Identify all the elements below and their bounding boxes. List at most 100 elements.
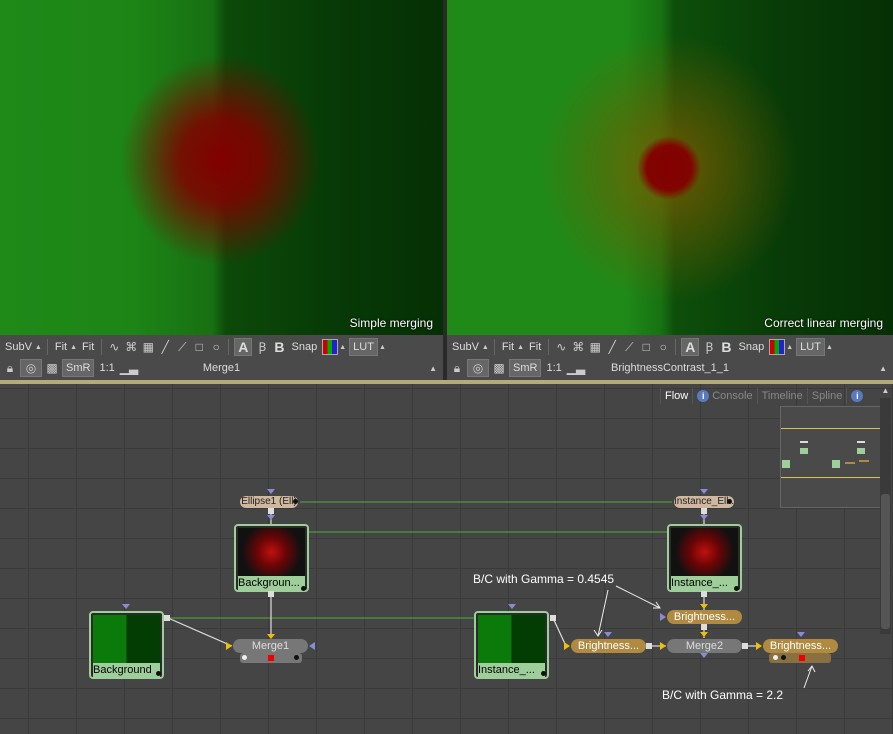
node-brightness-contrast-3[interactable]: Brightness... — [763, 639, 838, 653]
fit-zoom-button[interactable]: Fit — [53, 341, 69, 353]
roi-icon[interactable]: ◎ — [20, 359, 42, 377]
input-port-icon[interactable] — [508, 604, 516, 609]
tab-spline[interactable]: Spline — [806, 388, 847, 404]
tab-console[interactable]: i Console — [692, 388, 756, 404]
tab-flow[interactable]: Flow — [660, 388, 692, 404]
smr-button[interactable]: SmR — [62, 359, 95, 377]
node-background-green[interactable]: Background — [89, 611, 164, 679]
bar-chart-icon[interactable]: ▁▃ — [567, 361, 585, 375]
output-port-icon[interactable] — [550, 615, 556, 621]
tab-timeline[interactable]: Timeline — [756, 388, 807, 404]
input-port-icon[interactable] — [700, 632, 708, 637]
curve-icon[interactable]: ∿ — [107, 340, 121, 354]
node-instance-green[interactable]: Instance_... — [474, 611, 549, 679]
color-channels-icon[interactable] — [769, 339, 786, 355]
caret-up-icon[interactable]: ▲ — [70, 344, 77, 351]
output-port-icon[interactable] — [156, 671, 161, 676]
output-port-icon[interactable] — [742, 643, 748, 649]
grid-icon[interactable]: ▦ — [141, 340, 155, 354]
output-port-icon[interactable] — [293, 499, 298, 504]
flow-navigator[interactable] — [780, 406, 882, 508]
input-port-icon[interactable] — [700, 489, 708, 494]
rectangle-icon[interactable]: □ — [192, 340, 206, 354]
node-brightness-contrast-1[interactable]: Brightness... — [571, 639, 646, 653]
checker-icon[interactable]: ▩ — [492, 361, 506, 375]
checker-icon[interactable]: ▩ — [45, 361, 59, 375]
output-port-icon[interactable] — [301, 586, 306, 591]
viewer-left[interactable]: Simple merging — [0, 0, 443, 335]
output-port-icon[interactable] — [268, 508, 274, 514]
color-channels-icon[interactable] — [322, 339, 339, 355]
caret-up-icon[interactable]: ▲ — [879, 364, 887, 373]
buffer-a-button[interactable]: A — [234, 338, 253, 356]
fit-zoom-button[interactable]: Fit — [500, 341, 516, 353]
buffer-b-button[interactable]: B — [272, 339, 286, 355]
mask-icon[interactable]: ⌘ — [124, 340, 138, 354]
node-instance-red[interactable]: Instance_... — [667, 524, 742, 592]
view-a-indicator-icon[interactable] — [242, 655, 247, 660]
caret-up-icon[interactable]: ▲ — [786, 344, 793, 351]
snap-button[interactable]: Snap — [290, 341, 320, 353]
scroll-up-icon[interactable]: ▲ — [880, 386, 891, 396]
ratio-button[interactable]: 1:1 — [97, 362, 116, 374]
input-port-icon[interactable] — [700, 653, 708, 658]
mask-icon[interactable]: ⌘ — [571, 340, 585, 354]
flow-scrollbar-thumb[interactable] — [881, 494, 890, 629]
node-merge1[interactable]: Merge1 — [233, 639, 308, 653]
curve-icon[interactable]: ∿ — [554, 340, 568, 354]
input-port-icon[interactable] — [700, 604, 708, 609]
input-port-icon[interactable] — [756, 642, 762, 650]
magic-wand-icon[interactable]: ⟋ — [175, 340, 189, 354]
caret-up-icon[interactable]: ▲ — [339, 344, 346, 351]
buffer-a-button[interactable]: A — [681, 338, 700, 356]
circle-icon[interactable]: ○ — [656, 340, 670, 354]
output-port-icon[interactable] — [541, 671, 546, 676]
roi-icon[interactable]: ◎ — [467, 359, 489, 377]
output-port-icon[interactable] — [727, 499, 732, 504]
node-ellipse1[interactable]: Ellipse1 (Ell) — [240, 496, 298, 508]
output-port-icon[interactable] — [646, 643, 652, 649]
input-port-icon[interactable] — [267, 489, 275, 494]
pen-icon[interactable]: ╱ — [158, 340, 172, 354]
rectangle-icon[interactable]: □ — [639, 340, 653, 354]
input-port-icon[interactable] — [122, 604, 130, 609]
view-a-indicator-icon[interactable] — [773, 655, 778, 660]
smr-button[interactable]: SmR — [509, 359, 542, 377]
subview-button[interactable]: SubV — [3, 341, 34, 353]
grid-icon[interactable]: ▦ — [588, 340, 602, 354]
output-port-icon[interactable] — [734, 586, 739, 591]
input-port-icon[interactable] — [604, 632, 612, 637]
fit-button[interactable]: Fit — [527, 341, 543, 353]
subview-button[interactable]: SubV — [450, 341, 481, 353]
node-background-red[interactable]: Backgroun... — [234, 524, 309, 592]
magic-wand-icon[interactable]: ⟋ — [622, 340, 636, 354]
output-port-icon[interactable] — [701, 508, 707, 514]
caret-up-icon[interactable]: ▲ — [826, 344, 833, 351]
input-port-icon[interactable] — [309, 642, 315, 650]
flow-area[interactable] — [0, 384, 893, 734]
lock-icon[interactable]: 🔒︎ — [450, 361, 464, 375]
snap-button[interactable]: Snap — [737, 341, 767, 353]
lut-button[interactable]: LUT — [349, 338, 378, 356]
node-merge2[interactable]: Merge2 — [667, 639, 742, 653]
caret-up-icon[interactable]: ▲ — [482, 344, 489, 351]
pen-icon[interactable]: ╱ — [605, 340, 619, 354]
caret-up-icon[interactable]: ▲ — [35, 344, 42, 351]
caret-up-icon[interactable]: ▲ — [379, 344, 386, 351]
caret-up-icon[interactable]: ▲ — [429, 364, 437, 373]
fit-button[interactable]: Fit — [80, 341, 96, 353]
bar-chart-icon[interactable]: ▁▃ — [120, 361, 138, 375]
lock-icon[interactable]: 🔒︎ — [3, 361, 17, 375]
render-indicator-icon[interactable] — [268, 655, 274, 661]
view-b-indicator-icon[interactable] — [781, 655, 786, 660]
node-instance-ellipse[interactable]: Instance_Ell... — [674, 496, 734, 508]
output-port-icon[interactable] — [268, 591, 274, 597]
input-port-icon[interactable] — [797, 632, 805, 637]
caret-up-icon[interactable]: ▲ — [517, 344, 524, 351]
input-port-icon[interactable] — [660, 613, 666, 621]
input-port-icon[interactable] — [226, 642, 232, 650]
buffer-b-button[interactable]: B — [719, 339, 733, 355]
input-port-icon[interactable] — [700, 515, 708, 520]
input-port-icon[interactable] — [564, 642, 570, 650]
tab-info[interactable]: i — [846, 388, 870, 404]
